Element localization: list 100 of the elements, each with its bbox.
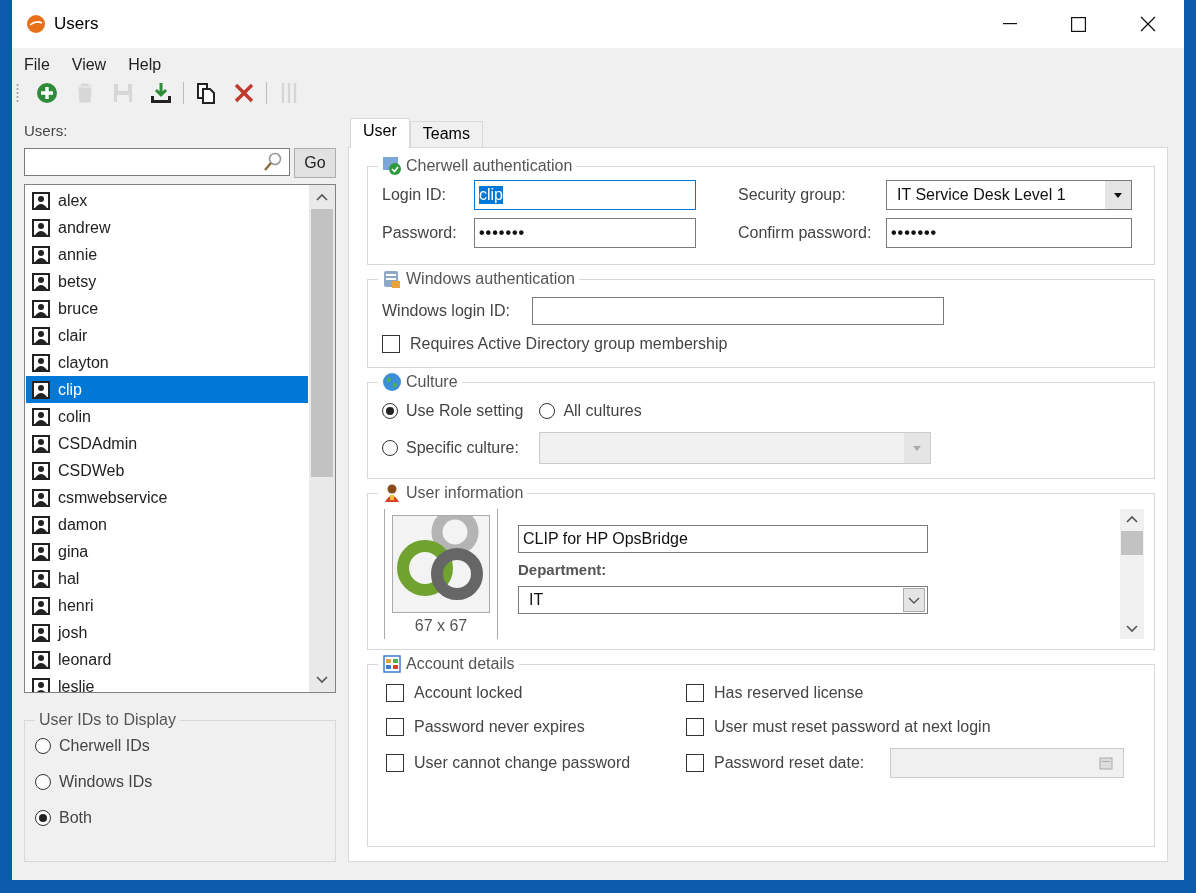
user-list-item[interactable]: CSDAdmin xyxy=(26,430,308,457)
user-list-item[interactable]: josh xyxy=(26,619,308,646)
app-icon xyxy=(26,14,46,34)
person-icon xyxy=(32,299,50,318)
user-list-item[interactable]: CSDWeb xyxy=(26,457,308,484)
window-title: Users xyxy=(54,14,99,34)
user-list-item[interactable]: csmwebservice xyxy=(26,484,308,511)
user-list-item[interactable]: clayton xyxy=(26,349,308,376)
tab[interactable]: Teams xyxy=(409,121,483,147)
person-icon xyxy=(32,650,50,669)
go-button[interactable]: Go xyxy=(294,148,336,178)
person-icon xyxy=(32,191,50,210)
scroll-thumb[interactable] xyxy=(311,209,333,477)
radio-button[interactable]: Both xyxy=(35,805,325,831)
group-title: User information xyxy=(406,484,524,502)
person-icon xyxy=(32,623,50,642)
field-label: Confirm password: xyxy=(737,224,873,242)
person-icon xyxy=(32,488,50,507)
search-icon xyxy=(263,152,283,172)
person-icon xyxy=(32,218,50,237)
person-icon xyxy=(382,483,402,503)
password-field[interactable]: ••••••• xyxy=(474,218,696,248)
person-icon xyxy=(32,272,50,291)
calendar-icon xyxy=(1099,756,1114,770)
person-icon xyxy=(32,434,50,453)
radio-button[interactable]: Use Role setting xyxy=(382,398,524,424)
checkbox[interactable]: Requires Active Directory group membership xyxy=(378,331,1144,357)
user-list-item[interactable]: leslie xyxy=(26,673,308,692)
user-list-item[interactable]: leonard xyxy=(26,646,308,673)
scroll-down-icon[interactable] xyxy=(1126,625,1138,633)
tab[interactable]: User xyxy=(350,118,410,148)
field-label: Windows login ID: xyxy=(382,302,511,320)
person-icon xyxy=(32,407,50,426)
person-icon xyxy=(32,461,50,480)
person-icon xyxy=(32,380,50,399)
group-title: Account details xyxy=(406,655,515,673)
checkbox[interactable]: Password never expires xyxy=(382,714,585,740)
minimize-icon[interactable] xyxy=(1003,23,1017,25)
group-title: User IDs to Display xyxy=(39,711,176,729)
caret-icon xyxy=(1114,192,1122,198)
radio-button[interactable]: Cherwell IDs xyxy=(35,733,325,759)
caret-icon xyxy=(908,596,920,604)
toolbar-grip-icon xyxy=(16,82,19,104)
field-label: Department: xyxy=(518,561,608,578)
scrollbar[interactable] xyxy=(1120,509,1144,639)
security-group-dropdown[interactable]: IT Service Desk Level 1 xyxy=(886,180,1132,210)
person-icon xyxy=(32,569,50,588)
department-dropdown[interactable]: IT xyxy=(518,586,928,614)
user-list-item[interactable]: clip xyxy=(26,376,308,403)
user-list-item[interactable]: colin xyxy=(26,403,308,430)
copy-icon[interactable] xyxy=(194,81,218,105)
person-icon xyxy=(32,353,50,372)
caret-icon xyxy=(912,445,921,451)
person-icon xyxy=(32,326,50,345)
scrollbar[interactable] xyxy=(309,185,335,692)
radio-button[interactable]: Windows IDs xyxy=(35,769,325,795)
search-field[interactable] xyxy=(24,148,290,176)
radio-button[interactable]: All cultures xyxy=(539,398,642,424)
close-icon[interactable] xyxy=(1140,16,1156,32)
checkbox[interactable]: User must reset password at next login xyxy=(682,714,991,740)
checkbox[interactable]: User cannot change password xyxy=(382,750,631,776)
checkbox[interactable]: Password reset date: xyxy=(682,750,865,776)
group-title: Cherwell authentication xyxy=(406,157,573,175)
scroll-up-icon[interactable] xyxy=(1126,515,1138,523)
maximize-icon[interactable] xyxy=(1071,16,1086,32)
user-list-item[interactable]: hal xyxy=(26,565,308,592)
user-list-item[interactable]: clair xyxy=(26,322,308,349)
person-icon xyxy=(32,596,50,615)
user-list-item[interactable]: alex xyxy=(26,187,308,214)
windows-login-field[interactable] xyxy=(532,297,945,325)
user-list-item[interactable]: henri xyxy=(26,592,308,619)
user-list-item[interactable]: bruce xyxy=(26,295,308,322)
add-icon[interactable] xyxy=(35,81,59,105)
menu-item[interactable]: View xyxy=(71,56,107,76)
field-label: Security group: xyxy=(737,186,847,204)
scroll-up-icon[interactable] xyxy=(316,193,328,201)
download-icon[interactable] xyxy=(149,81,173,105)
picture-caption: 67 x 67 xyxy=(414,617,468,635)
users-label: Users: xyxy=(24,122,69,141)
person-icon xyxy=(32,542,50,561)
checkbox[interactable]: Account locked xyxy=(382,680,523,706)
full-name-field[interactable]: CLIP for HP OpsBridge xyxy=(518,525,928,553)
user-list-item[interactable]: betsy xyxy=(26,268,308,295)
radio-button[interactable]: Specific culture: xyxy=(382,435,519,461)
user-list-item[interactable]: annie xyxy=(26,241,308,268)
globe-icon xyxy=(382,372,402,392)
scroll-thumb[interactable] xyxy=(1121,531,1143,555)
user-list-item[interactable]: andrew xyxy=(26,214,308,241)
login-id-field[interactable]: clip xyxy=(474,180,696,210)
user-list-item[interactable]: damon xyxy=(26,511,308,538)
checkbox[interactable]: Has reserved license xyxy=(682,680,864,706)
person-icon xyxy=(32,515,50,534)
menu-item[interactable]: File xyxy=(24,56,50,76)
menu-item[interactable]: Help xyxy=(128,56,162,76)
user-list-item[interactable]: gina xyxy=(26,538,308,565)
date-field[interactable] xyxy=(890,748,1125,778)
scroll-down-icon[interactable] xyxy=(316,676,328,684)
person-icon xyxy=(32,245,50,264)
group-title: Culture xyxy=(406,373,458,391)
confirm-password-field[interactable]: ••••••• xyxy=(886,218,1132,248)
